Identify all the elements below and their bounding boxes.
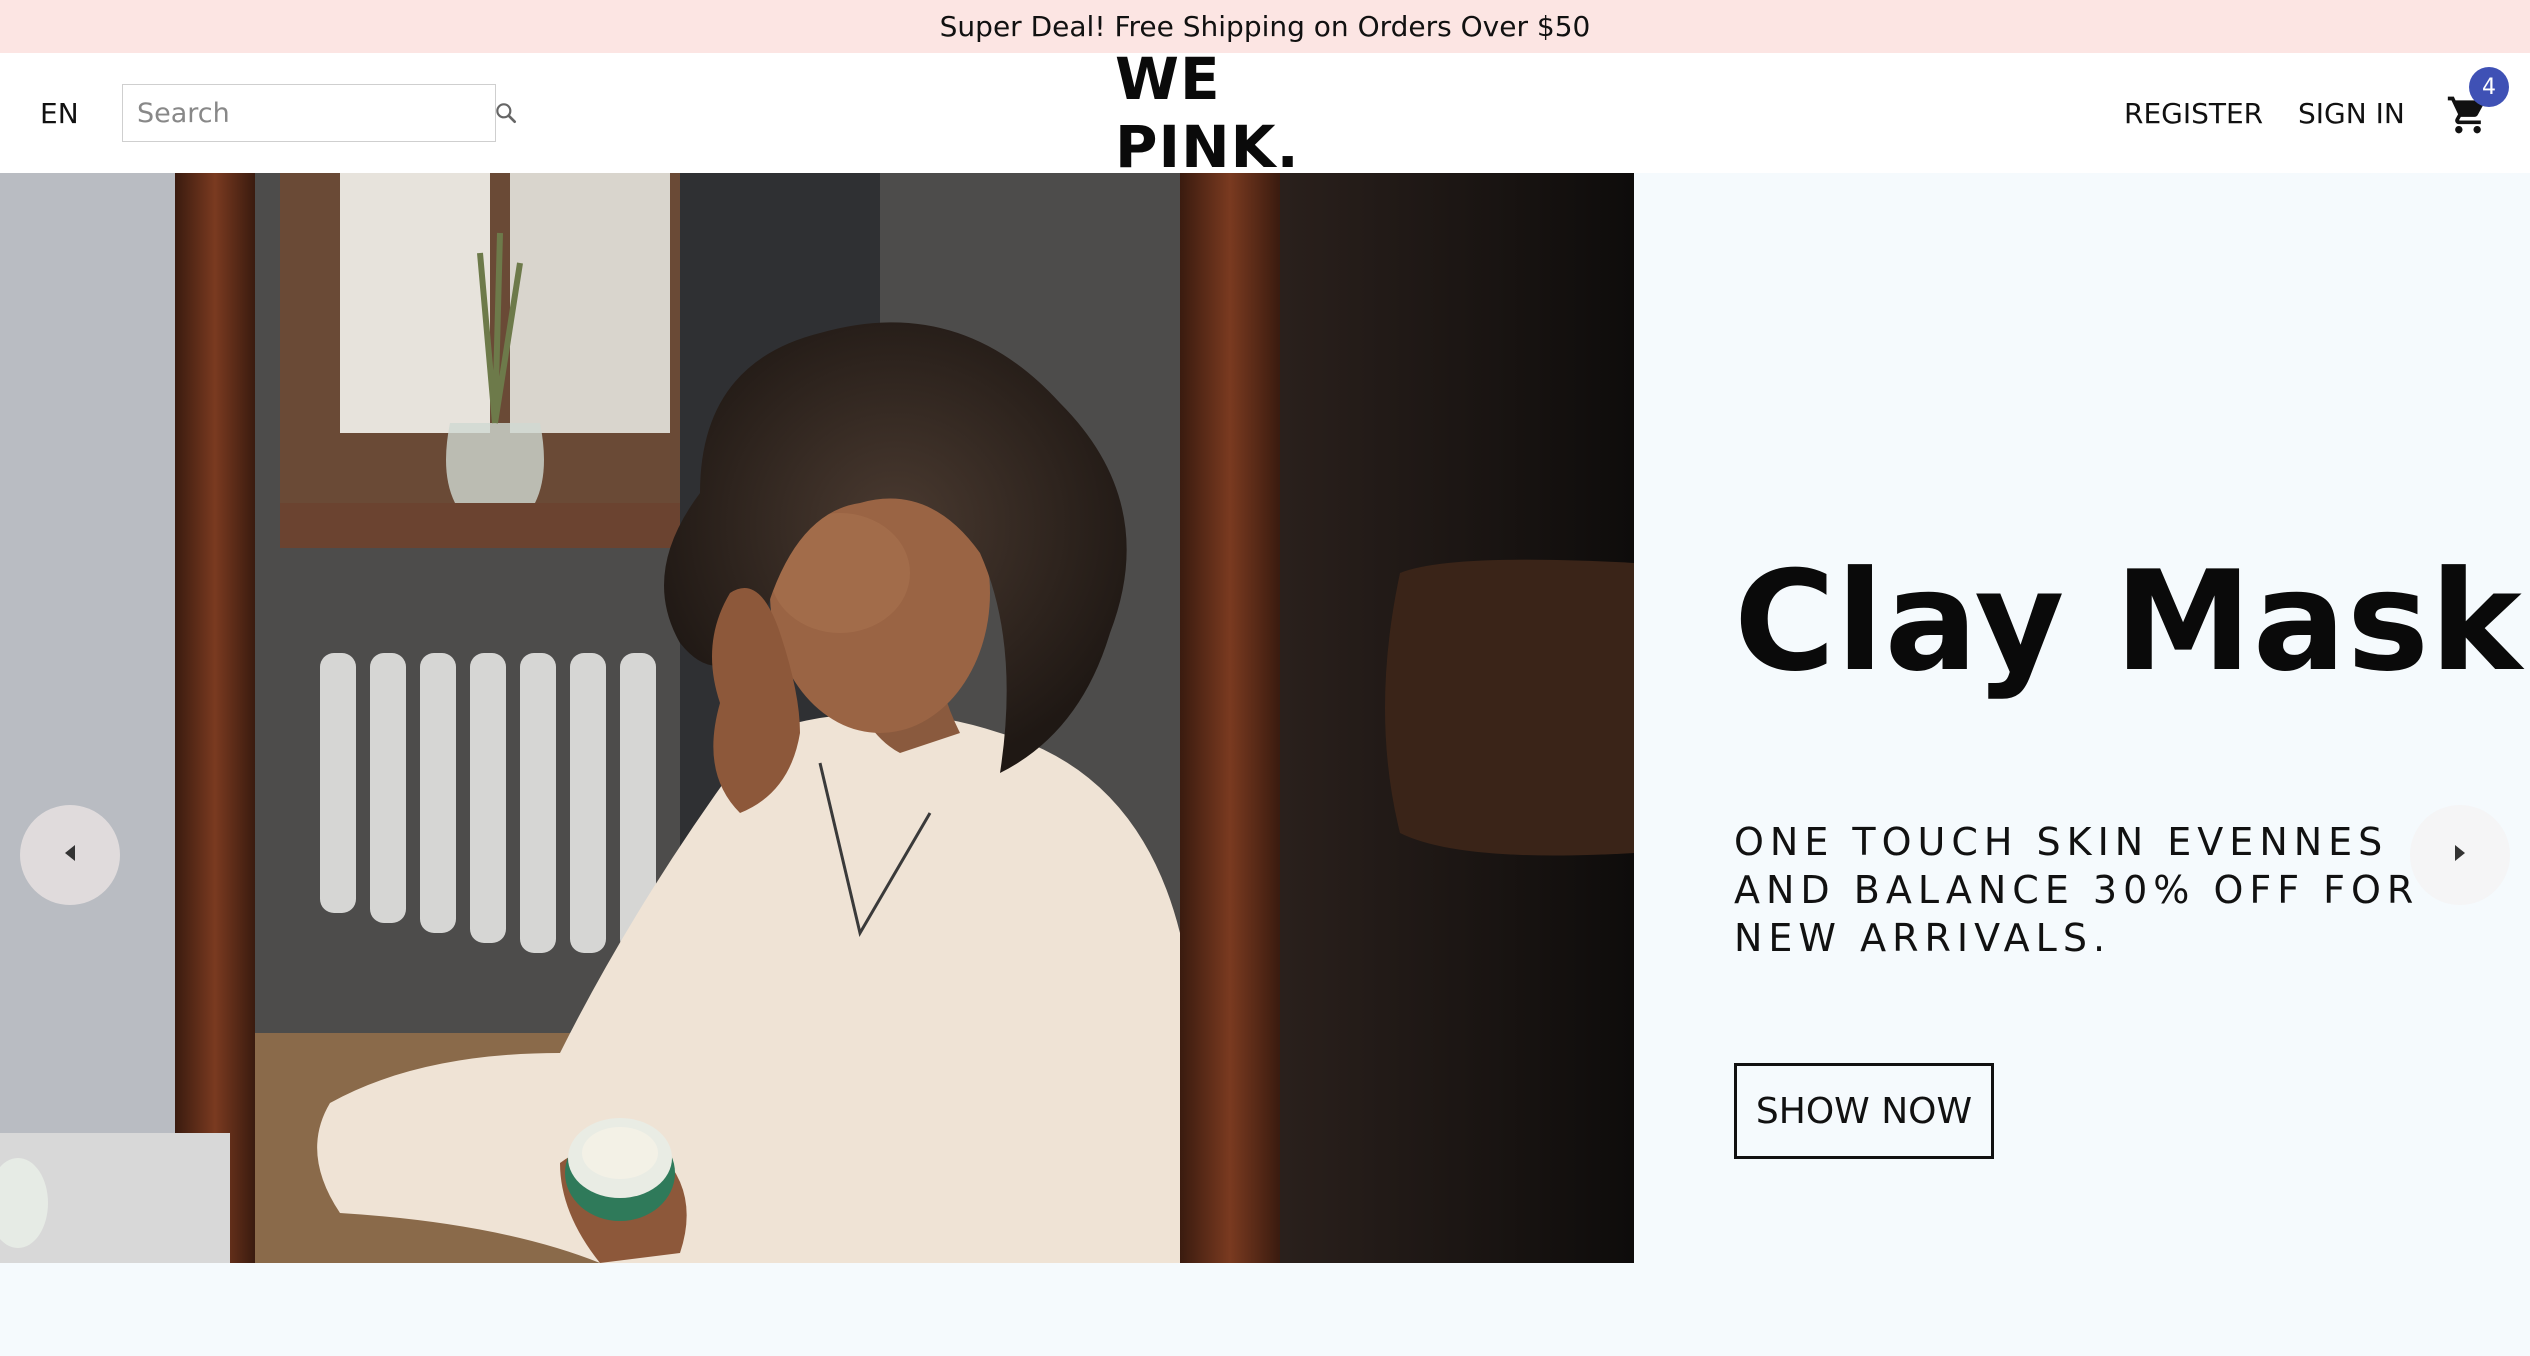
- language-selector[interactable]: EN: [40, 53, 79, 173]
- hero-image: [0, 173, 1634, 1263]
- site-logo[interactable]: WE PINK.: [1115, 45, 1415, 181]
- sign-in-link[interactable]: SIGN IN: [2298, 53, 2405, 173]
- hero-content: Clay Mask ONE TOUCH SKIN EVENNES AND BAL…: [1734, 173, 2522, 1263]
- arrow-right-icon: [2450, 841, 2470, 870]
- arrow-left-icon: [60, 841, 80, 870]
- slider-prev-button[interactable]: [20, 805, 120, 905]
- cart-count-badge: 4: [2469, 67, 2509, 107]
- slider-next-button[interactable]: [2410, 805, 2510, 905]
- search-input[interactable]: [123, 85, 493, 141]
- register-link[interactable]: REGISTER: [2124, 53, 2263, 173]
- hero-description: ONE TOUCH SKIN EVENNES AND BALANCE 30% O…: [1734, 820, 2420, 960]
- search-icon[interactable]: [493, 93, 519, 133]
- navbar: EN WE PINK. REGISTER SIGN IN: [0, 45, 2530, 181]
- announcement-text: Super Deal! Free Shipping on Orders Over…: [939, 10, 1591, 43]
- show-now-button[interactable]: SHOW NOW: [1734, 1063, 1994, 1159]
- search-box: [122, 84, 517, 142]
- hero-title: Clay Mask: [1734, 541, 2523, 702]
- hero-slider: Clay Mask ONE TOUCH SKIN EVENNES AND BAL…: [0, 173, 2530, 1263]
